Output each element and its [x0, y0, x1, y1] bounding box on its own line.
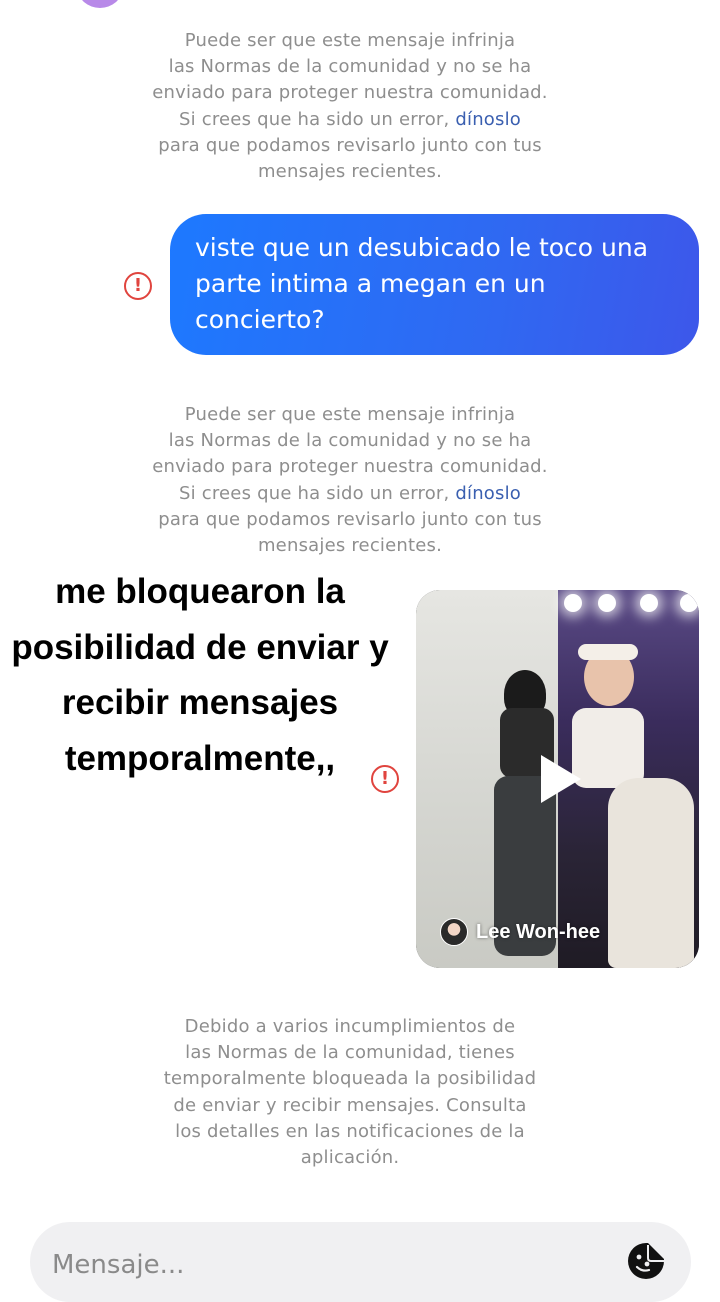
notice-line: de enviar y recibir mensajes. Consulta	[173, 1094, 527, 1116]
notice-line: las Normas de la comunidad, tienes	[185, 1042, 515, 1064]
violation-notice: Puede ser que este mensaje infrinja las …	[110, 402, 590, 559]
sent-message-bubble[interactable]: viste que un desubicado le toco una part…	[170, 214, 699, 355]
notice-line: enviado para proteger nuestra comunidad.	[152, 82, 548, 104]
error-circle-icon[interactable]: !	[124, 272, 152, 300]
caption-line: me bloquearon la	[55, 572, 345, 611]
video-frame-left	[416, 590, 558, 968]
message-composer	[30, 1222, 691, 1302]
notice-line: para que podamos revisarlo junto con tus	[158, 134, 542, 156]
message-line: parte intima a megan en un	[195, 269, 546, 298]
notice-line: Puede ser que este mensaje infrinja	[184, 30, 516, 51]
notice-line-prefix: Si crees que ha sido un error,	[178, 482, 456, 504]
notice-line: las Normas de la comunidad y no se ha	[168, 56, 532, 78]
report-error-link[interactable]: dínoslo	[455, 483, 521, 504]
caption-line: recibir mensajes	[61, 683, 339, 722]
notice-line: Si crees que ha sido un error, dínoslo	[110, 481, 590, 507]
notice-line: Puede ser que este mensaje infrinja	[184, 404, 516, 425]
caption-line: posibilidad de enviar y	[11, 627, 389, 667]
author-name: Lee Won-hee	[476, 920, 601, 943]
sticker-icon[interactable]	[627, 1242, 665, 1280]
video-author[interactable]: Lee Won-hee	[440, 918, 600, 946]
notice-line: los detalles en las notificaciones de la	[175, 1120, 525, 1142]
notice-line: mensajes recientes.	[257, 161, 443, 183]
notice-line: temporalmente bloqueada la posibilidad	[163, 1068, 537, 1090]
notice-line: las Normas de la comunidad y no se ha	[168, 430, 532, 452]
notice-line: para que podamos revisarlo junto con tus	[158, 508, 542, 530]
notice-line: aplicación.	[300, 1147, 400, 1169]
contact-avatar[interactable]	[78, 0, 122, 8]
block-notice: Debido a varios incumplimientos de las N…	[110, 1014, 590, 1171]
message-line: viste que un desubicado le toco una	[195, 233, 649, 262]
overlay-caption: me bloquearon la posibilidad de enviar y…	[0, 564, 400, 786]
notice-line: enviado para proteger nuestra comunidad.	[152, 456, 548, 478]
notice-line: mensajes recientes.	[257, 535, 443, 557]
report-error-link[interactable]: dínoslo	[455, 109, 521, 130]
message-line: concierto?	[195, 305, 325, 334]
notice-line: Si crees que ha sido un error, dínoslo	[110, 107, 590, 133]
error-circle-icon[interactable]: !	[371, 765, 399, 793]
author-avatar	[440, 918, 468, 946]
notice-line: Debido a varios incumplimientos de	[184, 1016, 516, 1037]
violation-notice: Puede ser que este mensaje infrinja las …	[110, 28, 590, 185]
notice-line-prefix: Si crees que ha sido un error,	[178, 108, 456, 130]
caption-line: temporalmente,,	[64, 738, 336, 778]
shared-video[interactable]: Lee Won-hee	[416, 590, 699, 968]
play-icon[interactable]	[541, 755, 581, 803]
